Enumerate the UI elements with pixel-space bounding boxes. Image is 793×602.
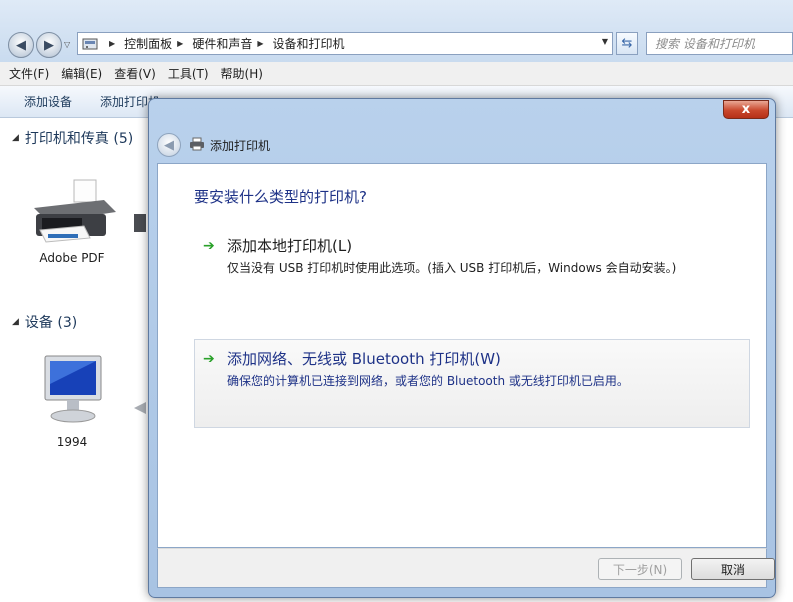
- option-title: 添加本地打印机(L): [227, 237, 353, 255]
- back-button[interactable]: ◀: [8, 32, 34, 58]
- printer-small-icon: [189, 137, 205, 154]
- refresh-icon: ⇆: [621, 36, 633, 51]
- add-device-button[interactable]: 添加设备: [24, 93, 72, 110]
- breadcrumb-chevron-icon: ▶: [177, 39, 184, 48]
- option-add-network-printer[interactable]: ➔ 添加网络、无线或 Bluetooth 打印机(W) 确保您的计算机已连接到网…: [194, 339, 750, 428]
- option-description: 仅当没有 USB 打印机时使用此选项。(插入 USB 打印机后，Windows …: [227, 261, 677, 275]
- refresh-button[interactable]: ⇆: [616, 32, 638, 55]
- address-dropdown-icon[interactable]: ▼: [602, 37, 608, 46]
- device-label: Adobe PDF: [39, 251, 105, 265]
- menu-help[interactable]: 帮助(H): [221, 65, 263, 82]
- dialog-footer: 下一步(N) 取消: [157, 548, 775, 588]
- partial-device-icon: [134, 210, 146, 240]
- section-printers-header[interactable]: ◢ 打印机和传真 (5): [12, 128, 133, 148]
- forward-button[interactable]: ▶: [36, 32, 62, 58]
- search-input[interactable]: 搜索 设备和打印机: [646, 32, 793, 55]
- next-button[interactable]: 下一步(N): [598, 558, 682, 580]
- section-title: 打印机和传真 (5): [24, 131, 134, 147]
- dialog-back-button[interactable]: ◀: [157, 133, 181, 157]
- option-description: 确保您的计算机已连接到网络，或者您的 Bluetooth 或无线打印机已启用。: [227, 374, 629, 388]
- dialog-content: 要安装什么类型的打印机? ➔ 添加本地打印机(L) 仅当没有 USB 打印机时使…: [157, 163, 767, 548]
- close-button[interactable]: x: [723, 100, 769, 119]
- address-toolbar: ◀ ▶ ▽ ▶ 控制面板 ▶ 硬件和声音 ▶ 设备和打印机 ▼ ⇆ 搜索 设备和…: [0, 0, 793, 62]
- option-title: 添加网络、无线或 Bluetooth 打印机(W): [227, 350, 501, 368]
- control-panel-icon: [82, 37, 98, 51]
- green-arrow-icon: ➔: [203, 350, 215, 367]
- breadcrumb-control-panel[interactable]: 控制面板: [124, 35, 172, 52]
- menu-tools[interactable]: 工具(T): [168, 65, 209, 82]
- printer-icon: [22, 178, 122, 247]
- menu-edit[interactable]: 编辑(E): [61, 65, 102, 82]
- back-arrow-icon: ◀: [16, 37, 26, 53]
- breadcrumb-hardware-sound[interactable]: 硬件和声音: [192, 35, 252, 52]
- breadcrumb-chevron-icon: ▶: [109, 39, 116, 48]
- section-devices-header[interactable]: ◢ 设备 (3): [12, 312, 77, 332]
- menu-view[interactable]: 查看(V): [114, 65, 156, 82]
- monitor-icon: [22, 354, 122, 431]
- breadcrumb-devices-printers[interactable]: 设备和打印机: [273, 35, 345, 52]
- dialog-title: 添加打印机: [210, 138, 271, 153]
- menu-file[interactable]: 文件(F): [9, 65, 49, 82]
- breadcrumb-chevron-icon: ▶: [257, 39, 264, 48]
- dialog-question: 要安装什么类型的打印机?: [194, 188, 367, 206]
- menu-bar: 文件(F) 编辑(E) 查看(V) 工具(T) 帮助(H): [0, 62, 793, 86]
- device-1994[interactable]: 1994: [22, 354, 122, 449]
- add-printer-dialog: x ◀ 添加打印机 要安装什么类型的打印机? ➔ 添加本地打印机(L) 仅当没有…: [148, 98, 776, 598]
- cancel-button[interactable]: 取消: [691, 558, 775, 580]
- collapse-triangle-icon: ◢: [12, 317, 19, 327]
- section-title: 设备 (3): [24, 315, 78, 331]
- address-bar[interactable]: ▶ 控制面板 ▶ 硬件和声音 ▶ 设备和打印机 ▼: [77, 32, 613, 55]
- back-arrow-icon: ◀: [164, 137, 174, 153]
- partial-device-icon: [134, 398, 146, 418]
- forward-arrow-icon: ▶: [44, 37, 54, 53]
- option-add-local-printer[interactable]: ➔ 添加本地打印机(L) 仅当没有 USB 打印机时使用此选项。(插入 USB …: [194, 226, 750, 286]
- collapse-triangle-icon: ◢: [12, 133, 19, 143]
- close-icon: x: [741, 102, 751, 117]
- device-adobe-pdf[interactable]: Adobe PDF: [22, 178, 122, 265]
- dialog-header: ◀ 添加打印机: [157, 132, 270, 158]
- history-dropdown-icon[interactable]: ▽: [64, 40, 70, 49]
- green-arrow-icon: ➔: [203, 237, 215, 254]
- device-label: 1994: [56, 435, 88, 449]
